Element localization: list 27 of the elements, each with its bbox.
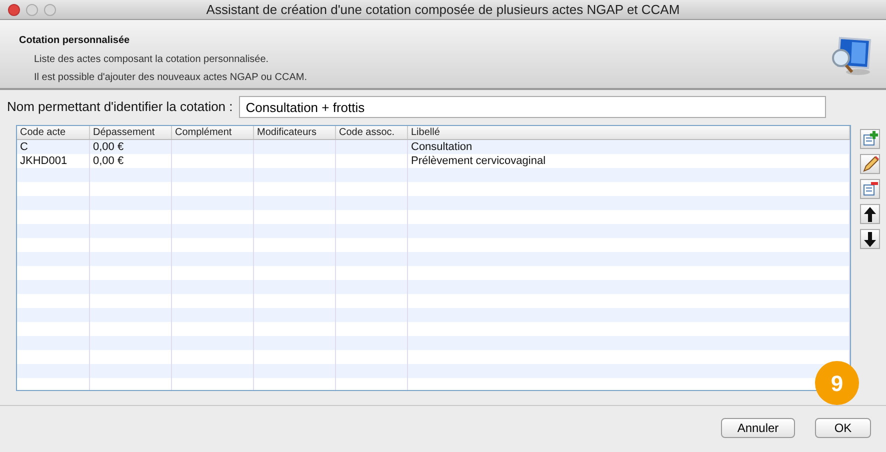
remove-button[interactable] <box>860 179 880 199</box>
remove-icon <box>861 180 879 198</box>
add-icon <box>861 130 879 148</box>
pencil-button[interactable] <box>860 154 880 174</box>
down-arrow-icon <box>861 230 879 248</box>
window-title: Assistant de création d'une cotation composée de plusieurs actes NGAP et CCAM <box>205 0 681 19</box>
column-header[interactable]: Code assoc. <box>336 126 408 139</box>
ok-button[interactable]: OK <box>815 418 871 438</box>
up-arrow-icon <box>861 205 879 223</box>
monitor-magnifier-icon <box>830 34 872 78</box>
pencil-icon <box>861 155 879 173</box>
header-title: Cotation personnalisée <box>19 34 131 48</box>
field-label: Nom permettant d'identifier la cotation : <box>7 98 233 116</box>
close-button[interactable] <box>8 4 20 16</box>
name-field[interactable]: Consultation + frottis <box>238 96 826 118</box>
column-header[interactable]: Complément <box>172 126 254 139</box>
cancel-button[interactable]: Annuler <box>721 418 795 438</box>
header-description: Il est possible d'ajouter des nouveaux actes NGAP ou CCAM. <box>34 71 308 85</box>
down-arrow-button[interactable] <box>860 229 880 249</box>
up-arrow-button[interactable] <box>860 204 880 224</box>
column-header[interactable]: Libellé <box>408 126 850 139</box>
column-header[interactable]: Modificateurs <box>254 126 336 139</box>
column-header[interactable]: Code acte <box>17 126 90 139</box>
step-badge: 9 <box>815 361 859 405</box>
column-header[interactable]: Dépassement <box>90 126 172 139</box>
add-button[interactable] <box>860 129 880 149</box>
header-description: Liste des actes composant la cotation personnalisée. <box>34 53 270 67</box>
